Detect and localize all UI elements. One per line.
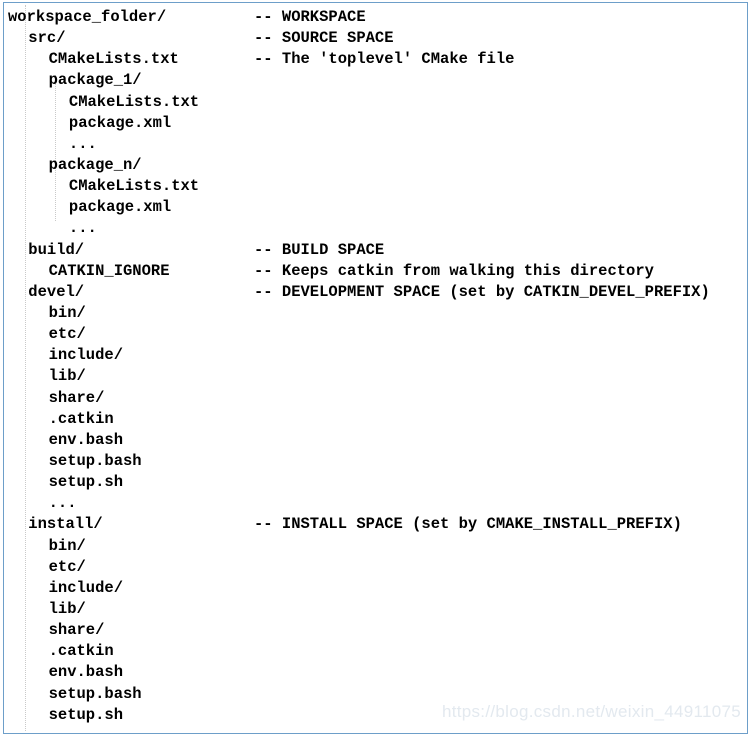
tree-path-entry: package.xml (68, 198, 172, 217)
tree-path-entry: include/ (48, 346, 124, 365)
tree-path-entry: package_1/ (48, 71, 142, 90)
code-line: share/ (4, 620, 747, 641)
code-line: package.xml (4, 197, 747, 218)
code-line: package_n/ (4, 155, 747, 176)
tree-path-entry: bin/ (48, 536, 86, 555)
code-line: .catkin (4, 409, 747, 430)
code-line: include/ (4, 345, 747, 366)
tree-path-entry: devel/ (28, 282, 85, 301)
directory-tree-listing: workspace_folder/ -- WORKSPACE src/ -- SOUR… (4, 3, 747, 737)
tree-path-entry: package_n/ (48, 155, 142, 174)
code-line: devel/ -- DEVELOPMENT SPACE (set by CATKI… (4, 282, 747, 303)
csdn-watermark: https://blog.csdn.net/weixin_44911075 (441, 702, 741, 721)
tree-path-entry: env.bash (48, 663, 124, 682)
tree-path-entry: setup.sh (48, 473, 124, 492)
code-line: CMakeLists.txt (4, 176, 747, 197)
tree-path-entry: bin/ (48, 303, 86, 322)
tree-path-entry: .catkin (48, 642, 114, 661)
code-line: ... (4, 134, 747, 155)
tree-path-entry: etc/ (48, 557, 86, 576)
code-line: lib/ (4, 366, 747, 387)
tree-path-entry: env.bash (48, 430, 124, 449)
tree-path-entry: CMakeLists.txt (68, 92, 200, 111)
tree-entry-comment: -- BUILD SPACE (254, 240, 385, 259)
code-line: src/ -- SOURCE SPACE (4, 28, 747, 49)
code-line: package.xml (4, 113, 747, 134)
code-line: .catkin (4, 641, 747, 662)
code-line: etc/ (4, 324, 747, 345)
tree-entry-comment: -- INSTALL SPACE (set by CMAKE_INSTALL_P… (254, 515, 682, 534)
tree-entry-comment: -- SOURCE SPACE (254, 29, 394, 48)
tree-path-entry: ... (68, 134, 97, 153)
tree-path-entry: lib/ (48, 599, 86, 618)
tree-path-entry: CMakeLists.txt (48, 50, 179, 69)
code-line: include/ (4, 578, 747, 599)
code-line: ... (4, 726, 747, 737)
tree-entry-comment: -- WORKSPACE (254, 8, 366, 26)
tree-entry-comment: -- Keeps catkin from walking this direct… (254, 261, 654, 280)
tree-entry-comment: -- DEVELOPMENT SPACE (set by CATKIN_DEVE… (254, 282, 710, 301)
code-line: CMakeLists.txt -- The 'toplevel' CMake fi… (4, 49, 747, 70)
code-line: ... (4, 218, 747, 239)
code-line: env.bash (4, 662, 747, 683)
tree-path-entry: share/ (48, 621, 105, 640)
code-line: install/ -- INSTALL SPACE (set by CMAKE_I… (4, 514, 747, 535)
tree-path-entry: ... (68, 219, 97, 238)
tree-path-entry: ... (48, 494, 77, 513)
tree-path-entry: .catkin (48, 409, 114, 428)
code-line: lib/ (4, 599, 747, 620)
tree-path-entry: build/ (28, 240, 85, 259)
tree-path-entry: share/ (48, 388, 105, 407)
code-line: bin/ (4, 536, 747, 557)
tree-path-entry: etc/ (48, 325, 86, 344)
tree-path-entry: ... (48, 726, 77, 737)
tree-path-entry: include/ (48, 578, 124, 597)
code-block-frame: workspace_folder/ -- WORKSPACE src/ -- SOUR… (3, 2, 748, 737)
tree-path-entry: lib/ (48, 367, 86, 386)
code-line: ... (4, 493, 747, 514)
code-line: build/ -- BUILD SPACE (4, 240, 747, 261)
tree-path-entry: setup.bash (48, 684, 142, 703)
code-line: share/ (4, 388, 747, 409)
code-line: setup.bash (4, 451, 747, 472)
tree-path-entry: src/ (28, 29, 66, 48)
tree-path-entry: CATKIN_IGNORE (48, 261, 170, 280)
tree-path-entry: CMakeLists.txt (68, 177, 200, 196)
code-line: bin/ (4, 303, 747, 324)
code-line: etc/ (4, 557, 747, 578)
code-line: package_1/ (4, 70, 747, 91)
tree-path-entry: package.xml (68, 113, 172, 132)
tree-entry-comment: -- The 'toplevel' CMake file (254, 50, 515, 69)
tree-path-entry: setup.sh (48, 705, 124, 724)
tree-path-entry: setup.bash (48, 451, 142, 470)
code-line: CMakeLists.txt (4, 92, 747, 113)
tree-path-entry: workspace_folder/ (8, 8, 167, 26)
code-line: setup.sh (4, 472, 747, 493)
code-line: workspace_folder/ -- WORKSPACE (4, 7, 747, 28)
code-line: env.bash (4, 430, 747, 451)
screenshot-root: workspace_folder/ -- WORKSPACE src/ -- SOUR… (0, 0, 751, 737)
code-line: CATKIN_IGNORE -- Keeps catkin from walkin… (4, 261, 747, 282)
tree-path-entry: install/ (28, 515, 103, 534)
